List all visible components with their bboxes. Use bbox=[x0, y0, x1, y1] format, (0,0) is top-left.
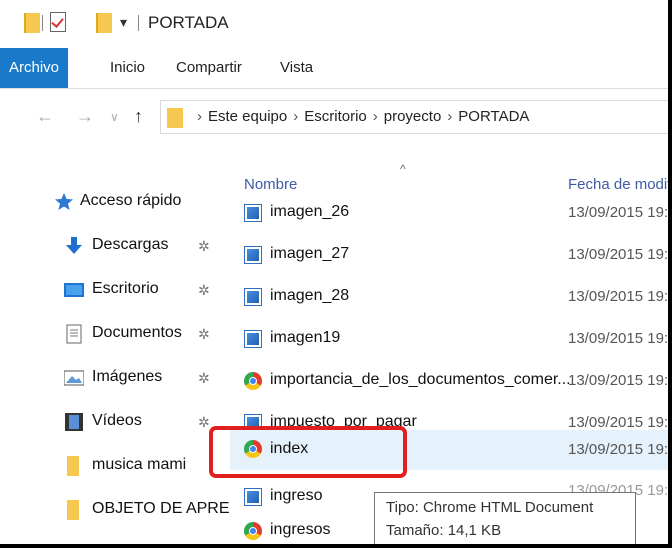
file-date: 13/09/2015 19:5 bbox=[568, 441, 672, 458]
column-header-nombre[interactable]: Nombre bbox=[244, 176, 297, 193]
nav-item-label: Imágenes bbox=[92, 368, 163, 385]
sort-ascending-icon: ^ bbox=[400, 162, 406, 176]
breadcrumb[interactable]: › Este equipo › Escritorio › proyecto › PORTADA bbox=[191, 108, 529, 125]
file-name: imagen_28 bbox=[270, 287, 350, 304]
recent-locations-icon[interactable]: ∨ bbox=[110, 110, 119, 124]
image-file-icon bbox=[244, 288, 262, 306]
column-header-fecha[interactable]: Fecha de modifi bbox=[568, 176, 668, 193]
image-file-icon bbox=[244, 330, 262, 348]
title-bar: ▾ PORTADA bbox=[0, 0, 668, 46]
folder-icon bbox=[67, 500, 79, 520]
videos-icon bbox=[65, 413, 83, 431]
breadcrumb-separator: › bbox=[447, 108, 453, 125]
documents-icon bbox=[66, 324, 82, 344]
tab-vista[interactable]: Vista bbox=[280, 48, 313, 88]
divider bbox=[138, 15, 139, 31]
pin-icon[interactable]: ✲ bbox=[198, 238, 210, 255]
file-date: 13/09/2015 19:5 bbox=[568, 246, 672, 263]
breadcrumb-portada[interactable]: PORTADA bbox=[458, 108, 529, 125]
nav-item-label: Escritorio bbox=[92, 280, 159, 297]
file-date: 13/09/2015 19:5 bbox=[568, 414, 672, 431]
nav-item-documentos[interactable]: Documentos ✲ bbox=[0, 316, 230, 352]
file-tooltip: Tipo: Chrome HTML Document Tamaño: 14,1 … bbox=[374, 492, 636, 544]
window-title: PORTADA bbox=[148, 13, 229, 32]
breadcrumb-este-equipo[interactable]: Este equipo bbox=[208, 108, 287, 125]
tab-compartir[interactable]: Compartir bbox=[176, 48, 242, 88]
nav-item-descargas[interactable]: Descargas ✲ bbox=[0, 228, 230, 264]
pictures-icon bbox=[64, 370, 84, 386]
desktop-icon bbox=[64, 283, 84, 297]
nav-item-objeto-de-aprendizaje[interactable]: OBJETO DE APRENDI bbox=[0, 492, 230, 528]
nav-item-label: Documentos bbox=[92, 324, 182, 341]
file-date: 13/09/2015 19:5 bbox=[568, 372, 672, 389]
image-file-icon bbox=[244, 488, 262, 506]
breadcrumb-separator: › bbox=[197, 108, 202, 125]
file-name: imagen_27 bbox=[270, 245, 350, 262]
pin-icon[interactable]: ✲ bbox=[198, 326, 210, 343]
divider bbox=[42, 15, 43, 31]
breadcrumb-separator: › bbox=[372, 108, 378, 125]
new-folder-icon[interactable] bbox=[96, 13, 112, 33]
file-name: ingreso bbox=[270, 487, 323, 504]
file-row-importancia[interactable]: importancia_de_los_documentos_comer... 1… bbox=[230, 364, 668, 398]
file-name: imagen_26 bbox=[270, 203, 350, 220]
star-icon bbox=[55, 193, 73, 210]
nav-item-escritorio[interactable]: Escritorio ✲ bbox=[0, 272, 230, 308]
properties-icon[interactable] bbox=[50, 12, 66, 32]
download-icon bbox=[66, 237, 82, 254]
address-bar[interactable]: › Este equipo › Escritorio › proyecto › PORTADA bbox=[160, 100, 668, 134]
nav-item-label: Descargas bbox=[92, 236, 169, 253]
chrome-html-icon bbox=[244, 372, 262, 390]
nav-item-acceso-rapido[interactable]: Acceso rápido bbox=[0, 184, 230, 220]
file-row-imagen-28[interactable]: imagen_28 13/09/2015 19:5 bbox=[230, 280, 668, 314]
nav-item-label: Vídeos bbox=[92, 412, 142, 429]
file-list: ^ Nombre Fecha de modifi imagen_26 13/09… bbox=[230, 162, 668, 544]
folder-icon bbox=[24, 13, 40, 33]
file-explorer-window: ▾ PORTADA Archivo Inicio Compartir Vista… bbox=[0, 0, 672, 548]
breadcrumb-separator: › bbox=[293, 108, 299, 125]
highlight-annotation bbox=[209, 426, 407, 478]
ribbon-tabs: Archivo Inicio Compartir Vista bbox=[0, 48, 668, 89]
chrome-html-icon bbox=[244, 522, 262, 540]
breadcrumb-escritorio[interactable]: Escritorio bbox=[304, 108, 367, 125]
nav-item-videos[interactable]: Vídeos ✲ bbox=[0, 404, 230, 440]
customize-quick-access-icon[interactable]: ▾ bbox=[120, 14, 127, 31]
file-row-imagen-27[interactable]: imagen_27 13/09/2015 19:5 bbox=[230, 238, 668, 272]
file-date: 13/09/2015 19:5 bbox=[568, 288, 672, 305]
file-date: 13/09/2015 19:5 bbox=[568, 330, 672, 347]
tab-archivo[interactable]: Archivo bbox=[0, 48, 68, 88]
nav-item-label: Acceso rápido bbox=[80, 192, 182, 209]
address-bar-row: ← → ∨ ↑ › Este equipo › Escritorio › proyecto… bbox=[0, 100, 668, 136]
tooltip-size: Tamaño: 14,1 KB bbox=[386, 522, 502, 539]
pin-icon[interactable]: ✲ bbox=[198, 414, 210, 431]
file-name: ingresos bbox=[270, 521, 331, 538]
breadcrumb-proyecto[interactable]: proyecto bbox=[384, 108, 442, 125]
forward-icon[interactable]: → bbox=[76, 106, 94, 127]
folder-icon bbox=[167, 108, 183, 128]
nav-item-label: OBJETO DE APRENDI bbox=[92, 500, 230, 517]
pin-icon[interactable]: ✲ bbox=[198, 282, 210, 299]
back-icon[interactable]: ← bbox=[36, 106, 54, 127]
nav-item-label: musica mami bbox=[92, 456, 187, 473]
file-date: 13/09/2015 19:5 bbox=[568, 204, 672, 221]
tab-inicio[interactable]: Inicio bbox=[110, 48, 145, 88]
image-file-icon bbox=[244, 246, 262, 264]
tooltip-type: Tipo: Chrome HTML Document bbox=[386, 499, 594, 516]
nav-item-musica-mami[interactable]: musica mami bbox=[0, 448, 230, 484]
file-name: imagen19 bbox=[270, 329, 341, 346]
nav-item-imagenes[interactable]: Imágenes ✲ bbox=[0, 360, 230, 396]
file-row-imagen-26[interactable]: imagen_26 13/09/2015 19:5 bbox=[230, 196, 668, 230]
up-icon[interactable]: ↑ bbox=[134, 106, 143, 127]
image-file-icon bbox=[244, 204, 262, 222]
folder-icon bbox=[67, 456, 79, 476]
file-name: importancia_de_los_documentos_comer... bbox=[270, 371, 571, 388]
file-row-imagen19[interactable]: imagen19 13/09/2015 19:5 bbox=[230, 322, 668, 356]
navigation-pane: Acceso rápido Descargas ✲ Escritorio ✲ D… bbox=[0, 180, 230, 544]
pin-icon[interactable]: ✲ bbox=[198, 370, 210, 387]
